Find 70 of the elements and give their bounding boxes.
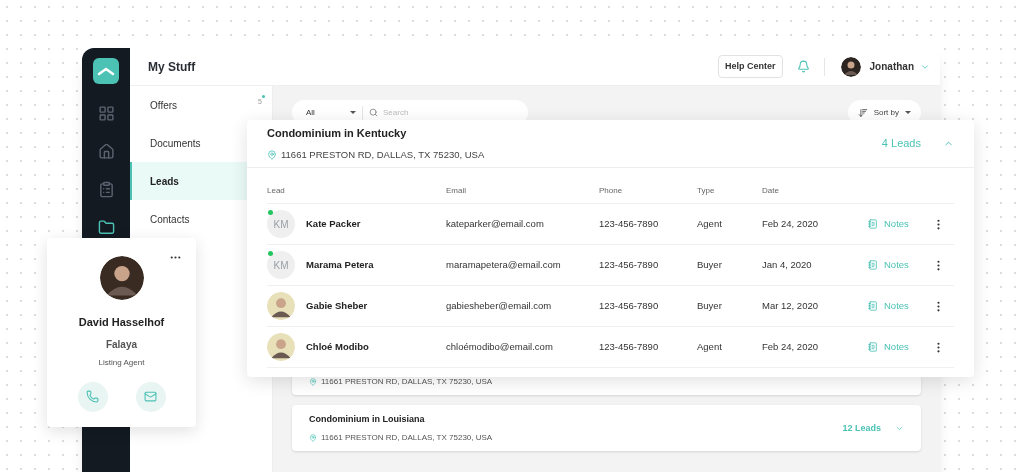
type-cell-text: Buyer bbox=[697, 298, 723, 313]
folder-icon[interactable] bbox=[97, 219, 115, 236]
sort-icon bbox=[857, 107, 868, 118]
type-cell-text: Agent bbox=[697, 339, 723, 354]
user-avatar bbox=[840, 56, 861, 77]
column-header: Phone bbox=[599, 184, 624, 197]
date-cell-text: Feb 24, 2020 bbox=[762, 216, 819, 231]
avatar bbox=[267, 333, 295, 361]
date-cell-text: Mar 12, 2020 bbox=[762, 298, 819, 313]
phone-cell-text: 123-456-7890 bbox=[599, 257, 660, 272]
initials-avatar: KM bbox=[267, 210, 295, 238]
notes-icon bbox=[868, 342, 878, 352]
lead-name: Marama Petera bbox=[306, 257, 374, 272]
caret-icon bbox=[350, 111, 356, 114]
notification-bell-icon[interactable] bbox=[796, 60, 810, 73]
phone-cell-text: 123-456-7890 bbox=[599, 298, 660, 313]
column-header: Type bbox=[697, 184, 716, 197]
property-card[interactable]: Condominium in Louisiana 11661 PRESTON RD, DALLAS, TX 75230, USA 12 Leads bbox=[292, 405, 921, 451]
notes-icon bbox=[868, 301, 878, 311]
date-cell-text: Jan 4, 2020 bbox=[762, 257, 813, 272]
home-icon[interactable] bbox=[97, 143, 115, 160]
lead-row[interactable]: KM Kate Packer kateparker@email.com 123-456-7890 Agent Feb 24, 2020 Notes bbox=[267, 204, 954, 245]
leads-count: 4 Leads bbox=[881, 136, 921, 152]
location-pin-icon bbox=[309, 378, 317, 386]
call-button[interactable] bbox=[77, 381, 108, 412]
location-pin-icon bbox=[267, 149, 277, 160]
phone-cell-text: 123-456-7890 bbox=[599, 216, 660, 231]
type-cell-text: Agent bbox=[697, 216, 723, 231]
contact-name: David Hasselhof bbox=[78, 315, 165, 330]
user-menu[interactable]: Jonathan bbox=[869, 59, 930, 74]
lead-name: Kate Packer bbox=[306, 216, 361, 231]
contact-role: Listing Agent bbox=[98, 356, 145, 369]
mail-icon bbox=[144, 390, 157, 403]
lead-name: Chloé Modibo bbox=[306, 339, 369, 354]
property-title: Condominium in Louisiana bbox=[309, 413, 426, 426]
initials-avatar: KM bbox=[267, 251, 295, 279]
help-center-button[interactable]: Help Center bbox=[718, 54, 783, 79]
column-header: Email bbox=[446, 184, 467, 197]
property-address: 11661 PRESTON RD, DALLAS, TX 75230, USA bbox=[281, 147, 485, 162]
column-header: Date bbox=[762, 184, 780, 197]
section-title: My Stuff bbox=[148, 58, 196, 76]
email-cell-text: chloémodibo@email.com bbox=[446, 339, 554, 354]
grid-icon[interactable] bbox=[97, 105, 115, 122]
phone-cell-text: 123-456-7890 bbox=[599, 339, 660, 354]
property-address: 11661 PRESTON RD, DALLAS, TX 75230, USA bbox=[321, 431, 493, 444]
property-title: Condominium in Kentucky bbox=[267, 126, 408, 142]
lead-name: Gabie Sheber bbox=[306, 298, 368, 313]
email-button[interactable] bbox=[135, 381, 166, 412]
lead-row[interactable]: Gabie Sheber gabiesheber@email.com 123-456-7890 Buyer Mar 12, 2020 Notes bbox=[267, 286, 954, 327]
search-icon bbox=[369, 108, 378, 117]
notes-icon bbox=[868, 260, 878, 270]
contact-avatar bbox=[99, 256, 144, 300]
property-address: 11661 PRESTON RD, DALLAS, TX 75230, USA bbox=[321, 376, 493, 388]
notes-icon bbox=[868, 219, 878, 229]
caret-icon bbox=[905, 111, 911, 114]
type-cell-text: Buyer bbox=[697, 257, 723, 272]
email-cell-text: gabiesheber@email.com bbox=[446, 298, 553, 313]
scope-dropdown[interactable]: All bbox=[306, 106, 356, 119]
email-cell-text: maramapetera@email.com bbox=[446, 257, 562, 272]
contact-company: Falaya bbox=[105, 337, 138, 352]
leads-count: 12 Leads bbox=[842, 421, 881, 435]
date-cell-text: Feb 24, 2020 bbox=[762, 339, 819, 354]
location-pin-icon bbox=[309, 433, 317, 442]
email-cell-text: kateparker@email.com bbox=[446, 216, 545, 231]
avatar bbox=[267, 292, 295, 320]
lead-row[interactable]: Chloé Modibo chloémodibo@email.com 123-456-7890 Agent Feb 24, 2020 Notes bbox=[267, 327, 954, 368]
search-field[interactable]: Search bbox=[383, 106, 514, 119]
lead-row[interactable]: KM Marama Petera maramapetera@email.com 123-456-7890 Buyer Jan 4, 2020 Notes bbox=[267, 245, 954, 286]
clipboard-icon[interactable] bbox=[97, 181, 115, 198]
phone-icon bbox=[86, 390, 99, 403]
